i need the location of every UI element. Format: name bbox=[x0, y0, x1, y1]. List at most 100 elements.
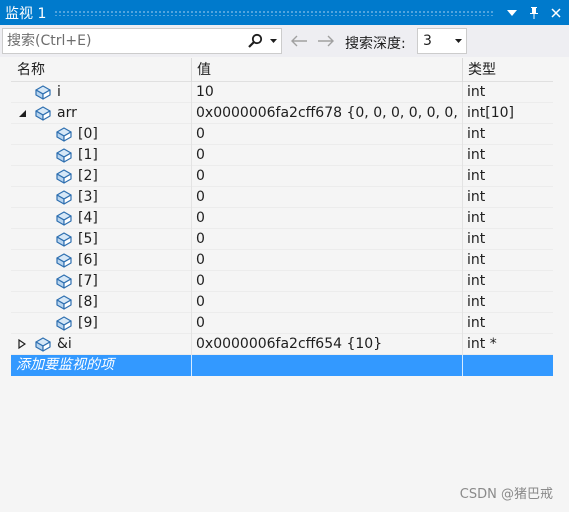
watch-row[interactable]: [2] 0 int bbox=[11, 166, 553, 187]
watch-row-name[interactable]: &i bbox=[57, 334, 72, 354]
search-back-arrow-icon[interactable] bbox=[288, 30, 310, 52]
watch-row[interactable]: [9] 0 int bbox=[11, 313, 553, 334]
grid-header: 名称 值 类型 bbox=[11, 58, 553, 82]
search-depth-select[interactable]: 3 bbox=[417, 28, 467, 54]
add-watch-item-label[interactable]: 添加要监视的项 bbox=[16, 355, 114, 375]
watch-row-name[interactable]: [8] bbox=[78, 292, 98, 312]
watch-row-value[interactable]: 0 bbox=[196, 166, 462, 186]
search-depth-label: 搜索深度: bbox=[345, 36, 406, 52]
chevron-down-icon[interactable] bbox=[450, 39, 466, 43]
pin-icon[interactable] bbox=[525, 4, 543, 22]
watch-row-value[interactable]: 0 bbox=[196, 124, 462, 144]
watch-row-name[interactable]: [0] bbox=[78, 124, 98, 144]
column-divider bbox=[191, 229, 192, 250]
watch-row[interactable]: arr 0x0000006fa2cff678 {0, 0, 0, 0, 0, 0,… bbox=[11, 103, 553, 124]
watch-row[interactable]: i 10 int bbox=[11, 82, 553, 103]
column-header-value[interactable]: 值 bbox=[197, 58, 211, 82]
watch-row-type: int bbox=[467, 231, 486, 247]
watch-row-name[interactable]: [1] bbox=[78, 145, 98, 165]
column-divider bbox=[191, 103, 192, 124]
column-divider bbox=[462, 166, 463, 187]
watch-row[interactable]: &i 0x0000006fa2cff654 {10} int * bbox=[11, 334, 553, 355]
dropdown-menu-icon[interactable] bbox=[503, 4, 521, 22]
watch-row[interactable]: [1] 0 int bbox=[11, 145, 553, 166]
watch-row-type: int[10] bbox=[467, 105, 514, 121]
column-divider bbox=[191, 124, 192, 145]
watch-row-type: int bbox=[467, 168, 486, 184]
watch-row-type: int bbox=[467, 126, 486, 142]
variable-icon bbox=[55, 251, 73, 269]
watch-row-value[interactable]: 0 bbox=[196, 250, 462, 270]
watch-row-name[interactable]: [4] bbox=[78, 208, 98, 228]
column-divider bbox=[462, 334, 463, 355]
variable-icon bbox=[55, 188, 73, 206]
watch-row-name[interactable]: [7] bbox=[78, 271, 98, 291]
watch-row-type: int bbox=[467, 84, 486, 100]
window-title: 监视 1 bbox=[5, 5, 47, 22]
search-forward-arrow-icon[interactable] bbox=[315, 30, 337, 52]
variable-icon bbox=[55, 209, 73, 227]
collapse-arrow-icon[interactable] bbox=[16, 107, 28, 119]
column-divider bbox=[191, 250, 192, 271]
column-divider bbox=[462, 271, 463, 292]
watch-row-type: int bbox=[467, 189, 486, 205]
watermark: CSDN @猪巴戒 bbox=[459, 487, 553, 502]
watch-row-value[interactable]: 10 bbox=[196, 82, 462, 102]
watch-row-type: int bbox=[467, 210, 486, 226]
watch-row-type: int bbox=[467, 273, 486, 289]
watch-row-value[interactable]: 0 bbox=[196, 271, 462, 291]
watch-rows: i 10 int arr 0x0000006fa2cff678 {0, 0, 0, 0,… bbox=[11, 82, 553, 355]
column-divider bbox=[191, 271, 192, 292]
watch-row-value[interactable]: 0 bbox=[196, 208, 462, 228]
watch-row[interactable]: [8] 0 int bbox=[11, 292, 553, 313]
variable-icon bbox=[55, 146, 73, 164]
watch-toolbar: 搜索深度: 3 bbox=[0, 25, 569, 57]
column-resize-handle[interactable] bbox=[462, 58, 463, 82]
watch-row-name[interactable]: [5] bbox=[78, 229, 98, 249]
watch-row-name[interactable]: i bbox=[57, 82, 61, 102]
variable-icon bbox=[34, 335, 52, 353]
watch-row-type: int bbox=[467, 294, 486, 310]
column-resize-handle[interactable] bbox=[191, 58, 192, 82]
watch-row-name[interactable]: [9] bbox=[78, 313, 98, 333]
column-header-type[interactable]: 类型 bbox=[468, 58, 496, 82]
watch-row-name[interactable]: [6] bbox=[78, 250, 98, 270]
add-watch-item-row[interactable]: 添加要监视的项 bbox=[11, 355, 553, 376]
watch-row-value[interactable]: 0 bbox=[196, 229, 462, 249]
window-titlebar: 监视 1 bbox=[0, 0, 569, 25]
search-options-chevron-icon[interactable] bbox=[267, 30, 279, 52]
search-input[interactable] bbox=[3, 30, 243, 52]
watch-row[interactable]: [0] 0 int bbox=[11, 124, 553, 145]
watch-row-name[interactable]: [2] bbox=[78, 166, 98, 186]
column-divider bbox=[191, 187, 192, 208]
search-icon[interactable] bbox=[243, 30, 267, 52]
watch-row-value[interactable]: 0 bbox=[196, 292, 462, 312]
column-divider bbox=[462, 313, 463, 334]
variable-icon bbox=[55, 167, 73, 185]
variable-icon bbox=[55, 293, 73, 311]
watch-row-name[interactable]: arr bbox=[57, 103, 77, 123]
titlebar-grip[interactable] bbox=[54, 9, 495, 16]
watch-row-value[interactable]: 0x0000006fa2cff678 {0, 0, 0, 0, 0, 0, 0,… bbox=[196, 103, 462, 123]
watch-row[interactable]: [6] 0 int bbox=[11, 250, 553, 271]
column-header-name[interactable]: 名称 bbox=[17, 58, 45, 82]
watch-row[interactable]: [7] 0 int bbox=[11, 271, 553, 292]
column-divider bbox=[191, 313, 192, 334]
column-divider bbox=[191, 292, 192, 313]
expand-arrow-icon[interactable] bbox=[16, 338, 28, 350]
watch-row-value[interactable]: 0 bbox=[196, 313, 462, 333]
watch-row-value[interactable]: 0 bbox=[196, 187, 462, 207]
close-icon[interactable] bbox=[547, 4, 565, 22]
variable-icon bbox=[55, 314, 73, 332]
watch-row[interactable]: [4] 0 int bbox=[11, 208, 553, 229]
watch-row-value[interactable]: 0 bbox=[196, 145, 462, 165]
column-divider bbox=[462, 82, 463, 103]
watch-row-value[interactable]: 0x0000006fa2cff654 {10} bbox=[196, 334, 462, 354]
search-box[interactable] bbox=[2, 28, 282, 54]
column-divider bbox=[191, 82, 192, 103]
watch-row[interactable]: [3] 0 int bbox=[11, 187, 553, 208]
column-divider bbox=[462, 355, 463, 376]
watch-row-name[interactable]: [3] bbox=[78, 187, 98, 207]
watch-row[interactable]: [5] 0 int bbox=[11, 229, 553, 250]
column-divider bbox=[191, 145, 192, 166]
